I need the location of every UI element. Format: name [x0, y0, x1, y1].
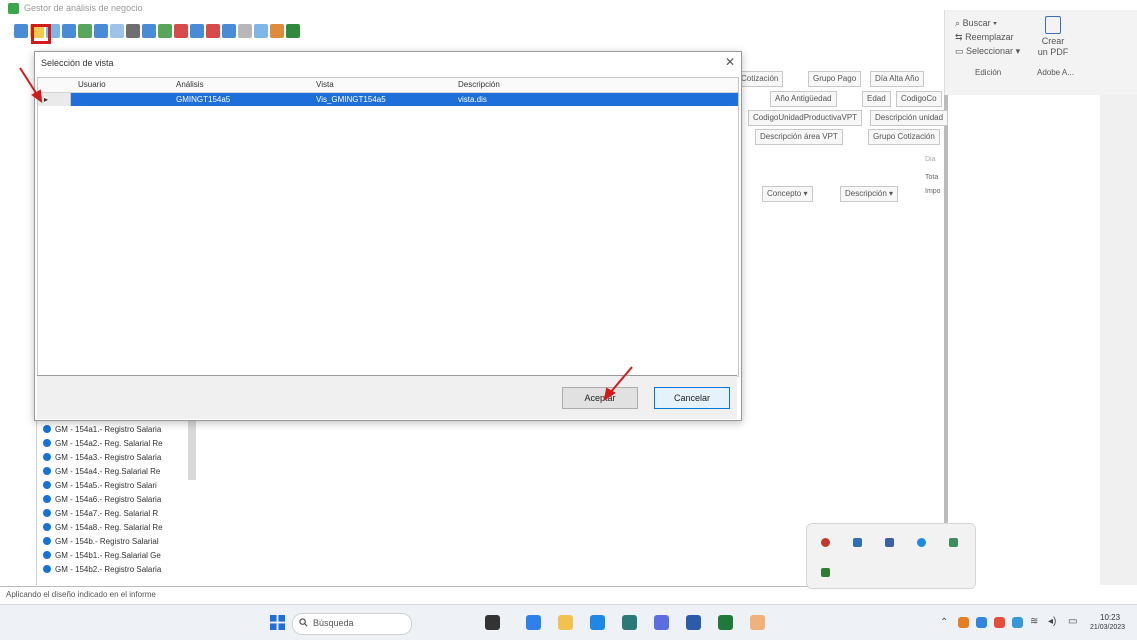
tray-icon-2[interactable]: [976, 617, 987, 628]
word-icon[interactable]: [686, 615, 701, 630]
status-bar: Aplicando el diseño indicado en el infor…: [0, 586, 940, 605]
tray-overflow-popup: [806, 523, 976, 589]
teams-icon[interactable]: [885, 538, 894, 547]
bluetooth-icon[interactable]: [917, 538, 926, 547]
task-view-icon[interactable]: [485, 615, 500, 630]
windows-start-icon[interactable]: [270, 615, 285, 630]
cast-icon[interactable]: [949, 538, 958, 547]
outlook-icon[interactable]: [590, 615, 605, 630]
arrow-to-row-icon: [19, 67, 43, 104]
taskbar-search[interactable]: Búsqueda: [292, 613, 412, 635]
excel-taskbar-icon[interactable]: [718, 615, 733, 630]
status-text: Aplicando el diseño indicado en el infor…: [6, 590, 156, 599]
arrow-to-accept-icon: [603, 366, 633, 402]
clock-time[interactable]: 10:23: [1100, 613, 1120, 622]
battery-icon[interactable]: ▭: [1068, 616, 1077, 627]
tray-icon-3[interactable]: [994, 617, 1005, 628]
search-placeholder: Búsqueda: [313, 618, 354, 628]
onedrive-icon[interactable]: [1012, 617, 1023, 628]
clock-date[interactable]: 21/03/2023: [1090, 624, 1125, 631]
app-icon-3[interactable]: [654, 615, 669, 630]
file-explorer-icon[interactable]: [558, 615, 573, 630]
app-tray-icon[interactable]: [853, 538, 862, 547]
search-icon: [299, 618, 308, 627]
tray-icon-1[interactable]: [958, 617, 969, 628]
wifi-icon[interactable]: ≋: [1030, 616, 1038, 627]
taskbar: Búsqueda ⌃ ≋ ◂) ▭ 10:23 21/03/2023: [0, 604, 1137, 640]
edge-icon[interactable]: [526, 615, 541, 630]
volume-icon[interactable]: ◂): [1048, 616, 1056, 627]
chevron-up-icon[interactable]: ⌃: [940, 617, 948, 628]
excel-tray-icon[interactable]: [821, 568, 830, 577]
app-icon-2[interactable]: [622, 615, 637, 630]
record-icon[interactable]: [821, 538, 830, 547]
app-icon-4[interactable]: [750, 615, 765, 630]
